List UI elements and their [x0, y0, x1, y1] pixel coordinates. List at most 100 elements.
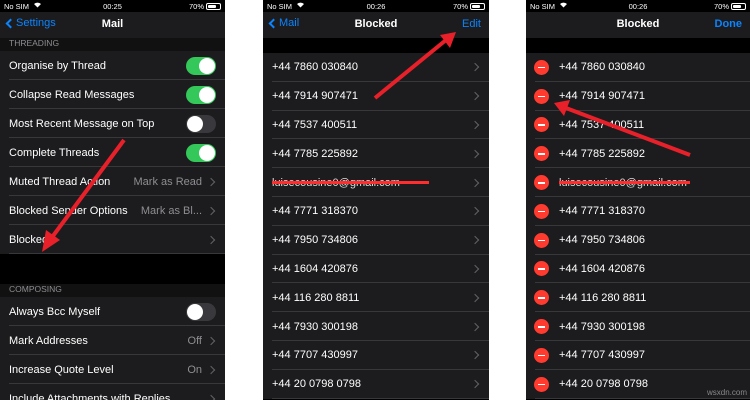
blocked-contact-row[interactable]: +44 7537 400511 [526, 110, 750, 140]
blocked-contact-row[interactable]: +44 7860 030840 [526, 53, 750, 82]
section-gap [0, 254, 225, 284]
blocked-list: +44 7860 030840 +44 7914 907471 +44 7537 4… [263, 38, 489, 400]
blocked-contact-row[interactable]: +44 7860 030840 [263, 53, 489, 82]
toggle-switch[interactable] [186, 143, 216, 162]
row-label: Increase Quote Level [9, 363, 114, 376]
blocked-contact-label: +44 7785 225892 [272, 147, 358, 160]
toggle-switch[interactable] [186, 56, 216, 75]
blocked-contact-label: +44 116 280 8811 [272, 291, 360, 304]
chevron-right-icon [470, 264, 480, 274]
blocked-contact-row[interactable]: +44 7771 318370 [263, 196, 489, 226]
settings-row-mark-addresses[interactable]: Mark Addresses Off [0, 326, 225, 355]
settings-row-always-bcc-myself[interactable]: Always Bcc Myself [0, 297, 225, 326]
blocked-contact-row[interactable]: +44 7914 907471 [263, 81, 489, 111]
toggle-switch[interactable] [186, 114, 216, 133]
page-title: Blocked [354, 18, 398, 30]
blocked-contact-row[interactable]: +44 7707 430997 [263, 340, 489, 370]
delete-minus-icon[interactable] [534, 146, 549, 162]
blocked-list-screen: No SIM 00:26 70% Mail Blocked Edit +44 7… [263, 0, 489, 400]
blocked-contact-row[interactable]: +44 20 0798 0798 [263, 369, 489, 399]
row-value: Off [187, 334, 202, 347]
blocked-contact-label: +44 7860 030840 [272, 61, 358, 74]
battery-icon [470, 3, 485, 10]
battery-indicator: 70% [453, 2, 485, 11]
row-label: Include Attachments with Replies [9, 392, 171, 400]
settings-row-include-attachments-with-replies[interactable]: Include Attachments with Replies [0, 384, 225, 400]
delete-minus-icon[interactable] [534, 203, 549, 219]
battery-percent: 70% [452, 2, 468, 11]
blocked-contact-row[interactable]: +44 116 280 8811 [263, 283, 489, 313]
delete-minus-icon[interactable] [534, 290, 549, 306]
done-button[interactable]: Done [715, 18, 743, 30]
settings-row-muted-thread-action[interactable]: Muted Thread Action Mark as Read [0, 167, 225, 196]
row-label: Organise by Thread [9, 59, 107, 72]
battery-indicator: 70% [189, 2, 221, 11]
toggle-switch[interactable] [186, 302, 216, 321]
redaction-line [559, 181, 690, 185]
settings-row-collapse-read-messages[interactable]: Collapse Read Messages [0, 80, 225, 109]
chevron-right-icon [470, 351, 480, 360]
section-header-threading: THREADING [0, 38, 225, 51]
battery-indicator: 70% [714, 2, 746, 11]
battery-icon [731, 3, 746, 10]
blocked-contact-row[interactable]: +44 7950 734806 [263, 225, 489, 255]
blocked-contact-row[interactable]: +44 116 280 8811 [526, 283, 750, 313]
delete-minus-icon[interactable] [534, 376, 549, 392]
battery-percent: 70% [188, 2, 204, 11]
settings-row-most-recent-message-on-top[interactable]: Most Recent Message on Top [0, 109, 225, 138]
delete-minus-icon[interactable] [534, 319, 549, 335]
delete-minus-icon[interactable] [534, 59, 549, 75]
blocked-contact-label: +44 20 0798 0798 [272, 378, 362, 391]
toggle-knob [199, 86, 215, 103]
delete-minus-icon[interactable] [534, 347, 549, 363]
chevron-right-icon [470, 207, 480, 216]
blocked-contact-row[interactable]: +44 7930 300198 [263, 312, 489, 341]
blocked-contact-row[interactable]: +44 7537 400511 [263, 110, 489, 140]
edit-button[interactable]: Edit [462, 18, 481, 30]
blocked-contact-row[interactable]: +44 7707 430997 [526, 340, 750, 370]
settings-row-organise-by-thread[interactable]: Organise by Thread [0, 51, 225, 80]
toggle-knob [199, 144, 215, 161]
chevron-right-icon [470, 235, 480, 245]
row-label: Collapse Read Messages [9, 88, 135, 101]
blocked-contact-label: +44 7950 734806 [559, 234, 645, 247]
delete-minus-icon[interactable] [534, 88, 549, 104]
delete-minus-icon[interactable] [534, 117, 549, 133]
blocked-contact-row[interactable]: luisecousine0@gmail.com [526, 168, 750, 197]
settings-row-increase-quote-level[interactable]: Increase Quote Level On [0, 355, 225, 384]
blocked-contact-label: +44 7950 734806 [272, 234, 358, 247]
toggle-knob [187, 303, 203, 320]
chevron-right-icon [206, 206, 216, 215]
chevron-right-icon [206, 235, 216, 244]
redaction-line [272, 181, 429, 185]
blocked-contact-row[interactable]: +44 7785 225892 [263, 139, 489, 169]
blocked-contact-label: +44 7930 300198 [272, 320, 358, 333]
row-label: Most Recent Message on Top [9, 117, 155, 130]
row-value: Mark as Bl... [140, 204, 202, 217]
blocked-contact-row[interactable]: +44 7914 907471 [526, 81, 750, 111]
blocked-contact-label: +44 7707 430997 [272, 349, 358, 362]
settings-row-complete-threads[interactable]: Complete Threads [0, 138, 225, 167]
blocked-contact-label: +44 116 280 8811 [559, 291, 647, 304]
settings-row-blocked[interactable]: Blocked [0, 225, 225, 254]
settings-list: THREADING Organise by Thread Collapse Rea… [0, 38, 225, 400]
blocked-contact-row[interactable]: +44 7930 300198 [526, 312, 750, 341]
blocked-contact-row[interactable]: +44 7785 225892 [526, 139, 750, 169]
blocked-contact-label: +44 7785 225892 [559, 147, 645, 160]
section-header-composing: COMPOSING [0, 284, 225, 297]
settings-row-blocked-sender-options[interactable]: Blocked Sender Options Mark as Bl... [0, 196, 225, 225]
battery-percent: 70% [713, 2, 729, 11]
toggle-switch[interactable] [186, 85, 216, 104]
blocked-contact-row[interactable]: +44 1604 420876 [263, 254, 489, 284]
delete-minus-icon[interactable] [534, 232, 549, 248]
blocked-contact-label: +44 1604 420876 [272, 262, 358, 275]
delete-minus-icon[interactable] [534, 261, 549, 277]
blocked-contact-row[interactable]: luisecousine0@gmail.com [263, 168, 489, 197]
blocked-contact-row[interactable]: +44 1604 420876 [526, 254, 750, 284]
delete-minus-icon[interactable] [534, 175, 549, 191]
list-top-gap [263, 38, 489, 53]
blocked-contact-label: +44 1604 420876 [559, 262, 645, 275]
status-bar: No SIM 00:26 70% [526, 0, 750, 12]
blocked-contact-row[interactable]: +44 7950 734806 [526, 225, 750, 255]
blocked-contact-row[interactable]: +44 7771 318370 [526, 196, 750, 226]
